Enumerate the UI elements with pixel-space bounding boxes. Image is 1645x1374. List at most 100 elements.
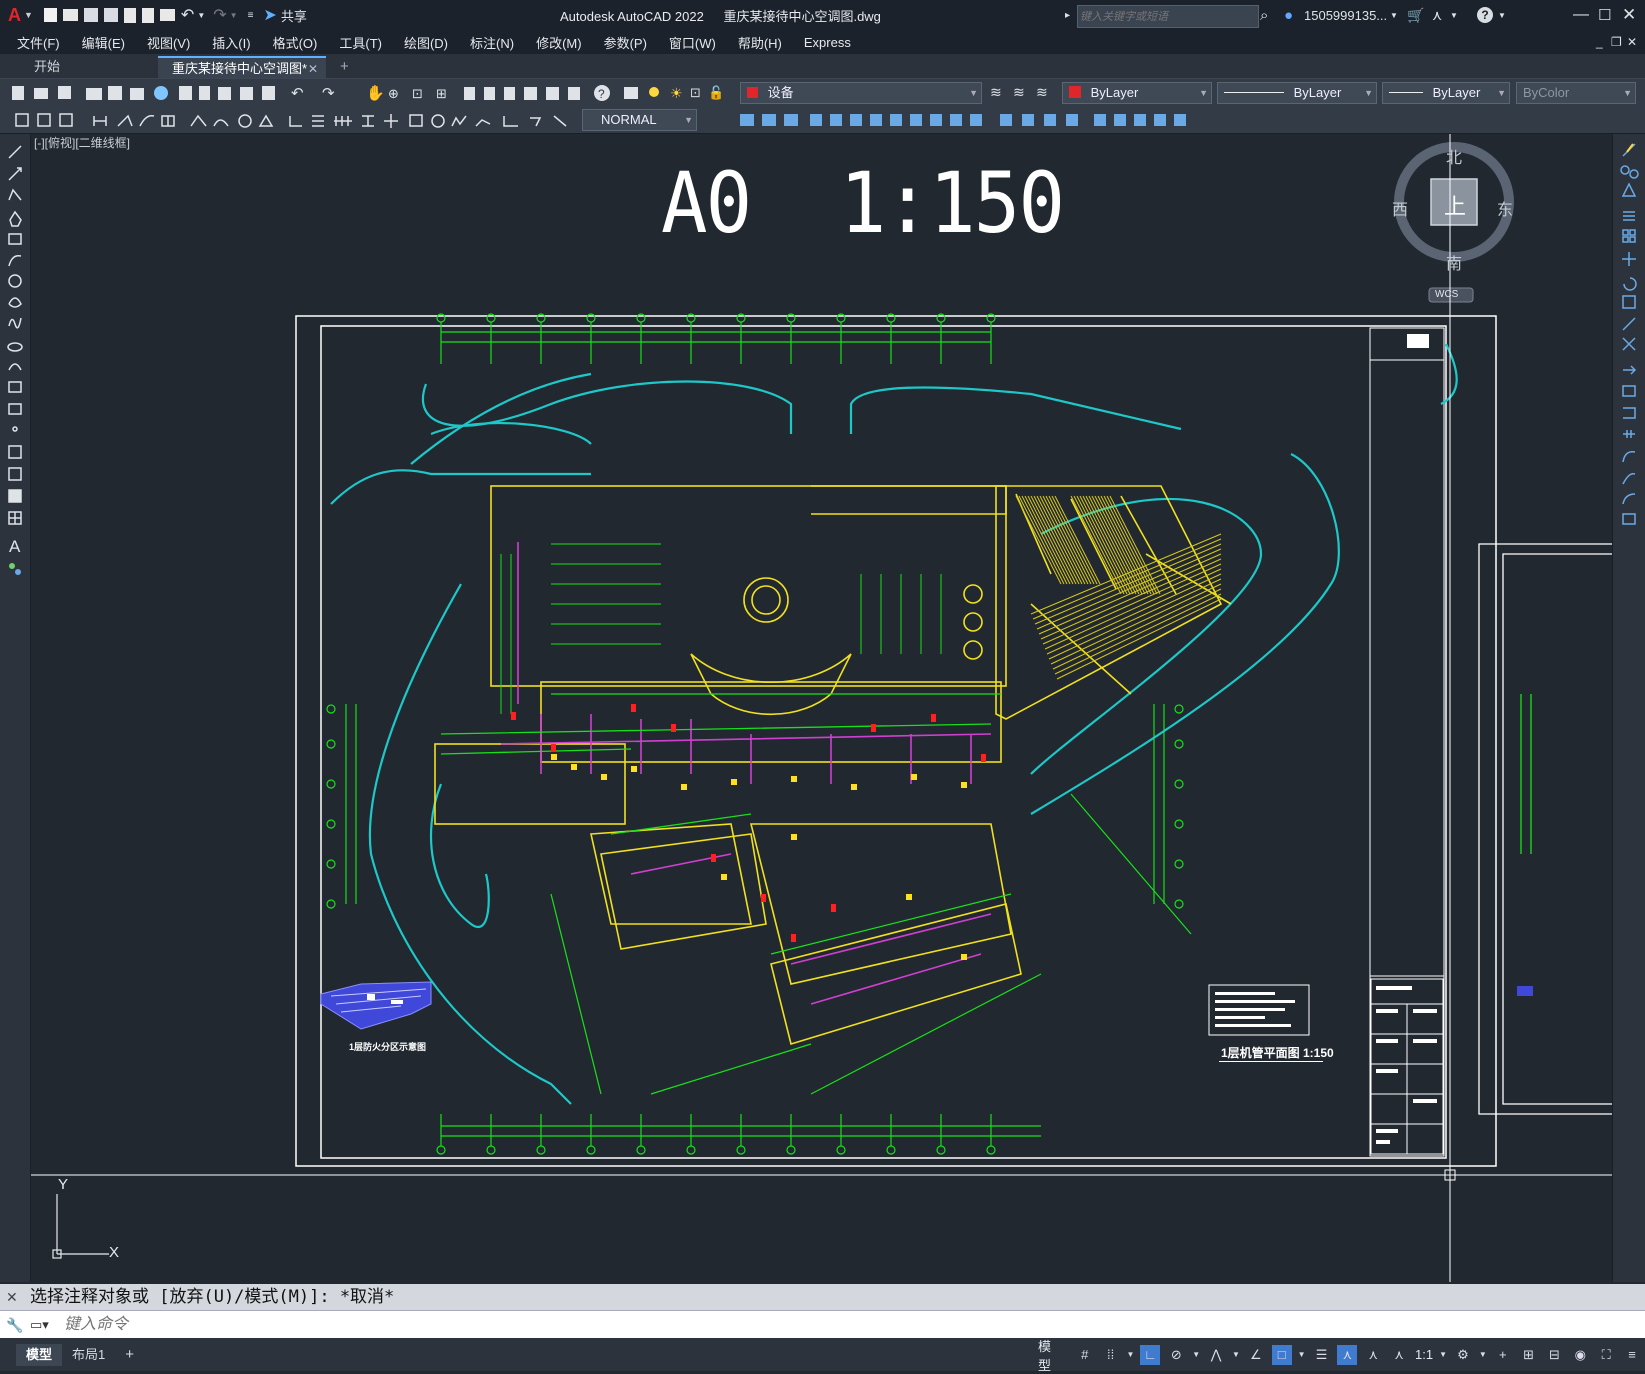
- redo-dropdown-icon[interactable]: ▼: [230, 11, 238, 20]
- menu-item-parametric[interactable]: 参数(P): [593, 33, 658, 52]
- add-layout-button[interactable]: +: [115, 1344, 144, 1366]
- viewcube-east[interactable]: 东: [1497, 196, 1513, 220]
- open-web-icon[interactable]: [123, 7, 136, 23]
- wcs-label[interactable]: WCS: [1435, 289, 1458, 300]
- tab-close-icon[interactable]: ✕: [308, 58, 318, 80]
- modify-tool-icons[interactable]: [1613, 134, 1645, 554]
- menu-item-draw[interactable]: 绘图(D): [393, 33, 459, 52]
- menu-item-edit[interactable]: 编辑(E): [71, 33, 136, 52]
- drawing-plan[interactable]: [31, 134, 1612, 1282]
- annotation-visibility-icon[interactable]: ⋏: [1337, 1344, 1358, 1365]
- new-file-icon[interactable]: [43, 8, 57, 22]
- lineweight-dropdown[interactable]: ByLayer ▼: [1382, 82, 1510, 104]
- customize-qat-icon[interactable]: ≡: [248, 10, 254, 21]
- toolbar-standard-icons[interactable]: ↶ ↷ ✋ ⊕ ⊡ ⊞ ?: [4, 79, 664, 107]
- auto-scale-icon[interactable]: ⋏: [1363, 1345, 1383, 1365]
- isodraft-dropdown-icon[interactable]: ▼: [1232, 1345, 1240, 1365]
- share-label[interactable]: 共享: [281, 6, 307, 25]
- osnap-icon[interactable]: □: [1271, 1344, 1292, 1365]
- polar-dropdown-icon[interactable]: ▼: [1192, 1345, 1200, 1365]
- annotation-scale-icon[interactable]: ⋏: [1389, 1345, 1409, 1365]
- plotstyle-dropdown[interactable]: ByColor ▼: [1516, 82, 1636, 104]
- layer-previous-icon[interactable]: ≋: [1013, 84, 1025, 101]
- layer-properties-icon[interactable]: ≋: [1036, 84, 1048, 101]
- layer-sun-icon[interactable]: ☀: [670, 85, 683, 102]
- save-web-icon[interactable]: [141, 7, 154, 23]
- make-current-layer-icon[interactable]: ≋: [990, 84, 1002, 101]
- toolbar-3d-icons[interactable]: [700, 106, 1630, 134]
- tab-start[interactable]: 开始: [20, 56, 158, 78]
- menu-item-file[interactable]: 文件(F): [6, 33, 71, 52]
- menu-item-dimension[interactable]: 标注(N): [459, 33, 525, 52]
- menu-item-window[interactable]: 窗口(W): [658, 33, 727, 52]
- menu-item-modify[interactable]: 修改(M): [525, 33, 593, 52]
- osnap-dropdown-icon[interactable]: ▼: [1298, 1345, 1306, 1365]
- snap-dropdown-icon[interactable]: ▼: [1127, 1345, 1135, 1365]
- undo-dropdown-icon[interactable]: ▼: [197, 11, 205, 20]
- undo-icon[interactable]: ↶: [181, 5, 194, 25]
- annotation-monitor-icon[interactable]: +: [1493, 1345, 1513, 1365]
- app-logo[interactable]: A: [8, 5, 21, 26]
- print-icon[interactable]: [159, 9, 175, 21]
- linetype-dropdown[interactable]: ByLayer ▼: [1217, 82, 1377, 104]
- viewcube-south[interactable]: 南: [1446, 250, 1462, 274]
- fullscreen-icon[interactable]: ⛶: [1596, 1345, 1616, 1365]
- viewcube-west[interactable]: 西: [1392, 196, 1408, 220]
- open-file-icon[interactable]: [62, 9, 78, 21]
- tab-current-drawing[interactable]: 重庆某接待中心空调图* ✕: [158, 56, 326, 78]
- snap-icon[interactable]: ⁞⁞: [1101, 1345, 1121, 1365]
- drawing-canvas[interactable]: [-][俯视][二维线框] A0 1:150 1层机管平面图 1:150 1层防…: [31, 134, 1612, 1282]
- doc-minimize-icon[interactable]: _: [1596, 35, 1603, 49]
- draw-tool-icons[interactable]: A: [0, 134, 30, 594]
- viewcube-north[interactable]: 北: [1446, 144, 1462, 168]
- layer-freeze-icon[interactable]: ⊡: [690, 85, 701, 101]
- quick-properties-icon[interactable]: ⊟: [1545, 1345, 1565, 1365]
- user-dropdown-icon[interactable]: ▼: [1390, 11, 1398, 20]
- dynamic-ucs-icon[interactable]: ∠: [1246, 1345, 1266, 1365]
- new-tab-button[interactable]: +: [326, 56, 363, 78]
- menu-item-express[interactable]: Express: [793, 35, 862, 50]
- workspace-dropdown-icon[interactable]: ▼: [1479, 1345, 1487, 1365]
- menu-item-format[interactable]: 格式(O): [262, 33, 329, 52]
- a360-dropdown-icon[interactable]: ▼: [1450, 11, 1458, 20]
- doc-close-icon[interactable]: ✕: [1627, 35, 1637, 49]
- minimize-icon[interactable]: —: [1573, 6, 1589, 24]
- model-space-toggle[interactable]: 模型: [1038, 1336, 1064, 1374]
- layer-dropdown[interactable]: 设备 ▼: [740, 82, 982, 104]
- polar-icon[interactable]: ⊘: [1166, 1345, 1186, 1365]
- toolbar-dimension-icons[interactable]: [6, 106, 581, 134]
- isolate-objects-icon[interactable]: ◉: [1570, 1345, 1590, 1365]
- lineweight-icon[interactable]: ☰: [1312, 1345, 1332, 1365]
- menu-item-help[interactable]: 帮助(H): [727, 33, 793, 52]
- search-icon[interactable]: ⌕: [1260, 7, 1268, 24]
- customize-status-icon[interactable]: ≡: [1622, 1345, 1642, 1365]
- autodesk-a360-icon[interactable]: ⋏: [1432, 7, 1442, 24]
- viewcube-top-face[interactable]: 上: [1444, 189, 1466, 221]
- annotation-scale-value[interactable]: 1:1: [1415, 1347, 1433, 1362]
- grid-icon[interactable]: #: [1075, 1345, 1095, 1365]
- redo-icon[interactable]: ↷: [213, 5, 226, 25]
- dimstyle-dropdown[interactable]: NORMAL ▼: [582, 109, 697, 131]
- help-dropdown-icon[interactable]: ▼: [1498, 11, 1506, 20]
- save-icon[interactable]: [83, 8, 98, 22]
- tab-model[interactable]: 模型: [16, 1343, 63, 1366]
- units-icon[interactable]: ⊞: [1519, 1345, 1539, 1365]
- search-input[interactable]: [1077, 5, 1259, 28]
- isodraft-icon[interactable]: ⋀: [1206, 1345, 1226, 1365]
- menu-item-insert[interactable]: 插入(I): [201, 33, 261, 52]
- menu-item-view[interactable]: 视图(V): [136, 33, 201, 52]
- menu-item-tools[interactable]: 工具(T): [328, 33, 393, 52]
- share-icon[interactable]: ➤: [263, 5, 276, 25]
- multiline-text-icon[interactable]: A: [9, 537, 21, 556]
- doc-restore-icon[interactable]: ❐: [1611, 35, 1622, 49]
- close-icon[interactable]: ✕: [1622, 5, 1636, 25]
- app-menu-chevron-icon[interactable]: ▼: [24, 10, 33, 20]
- ortho-icon[interactable]: ∟: [1140, 1344, 1161, 1365]
- search-expand-icon[interactable]: ▸: [1065, 10, 1070, 21]
- user-icon[interactable]: ●: [1284, 7, 1293, 24]
- command-input[interactable]: [62, 1313, 1626, 1337]
- color-dropdown[interactable]: ByLayer ▼: [1062, 82, 1212, 104]
- cart-icon[interactable]: 🛒: [1407, 7, 1424, 24]
- scale-dropdown-icon[interactable]: ▼: [1439, 1345, 1447, 1365]
- command-recent-icon[interactable]: ▭▾: [30, 1311, 49, 1339]
